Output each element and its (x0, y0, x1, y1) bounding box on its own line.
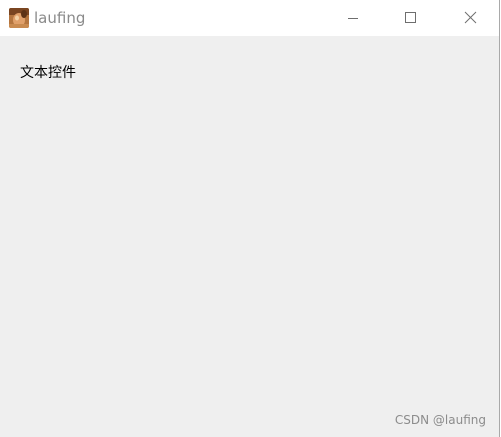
minimize-button[interactable] (330, 0, 376, 36)
text-label: 文本控件 (20, 65, 76, 81)
close-button[interactable] (447, 0, 493, 36)
watermark: CSDN @laufing (394, 413, 486, 427)
app-window: laufing 文本控件 CSDN @laufing (0, 0, 500, 437)
title-bar[interactable]: laufing (0, 0, 499, 36)
app-icon (9, 8, 29, 28)
maximize-icon (405, 12, 416, 23)
window-title: laufing (34, 9, 86, 27)
close-icon (464, 11, 477, 24)
minimize-icon (348, 18, 358, 19)
maximize-button[interactable] (387, 0, 433, 36)
client-area: 文本控件 CSDN @laufing (0, 36, 499, 437)
